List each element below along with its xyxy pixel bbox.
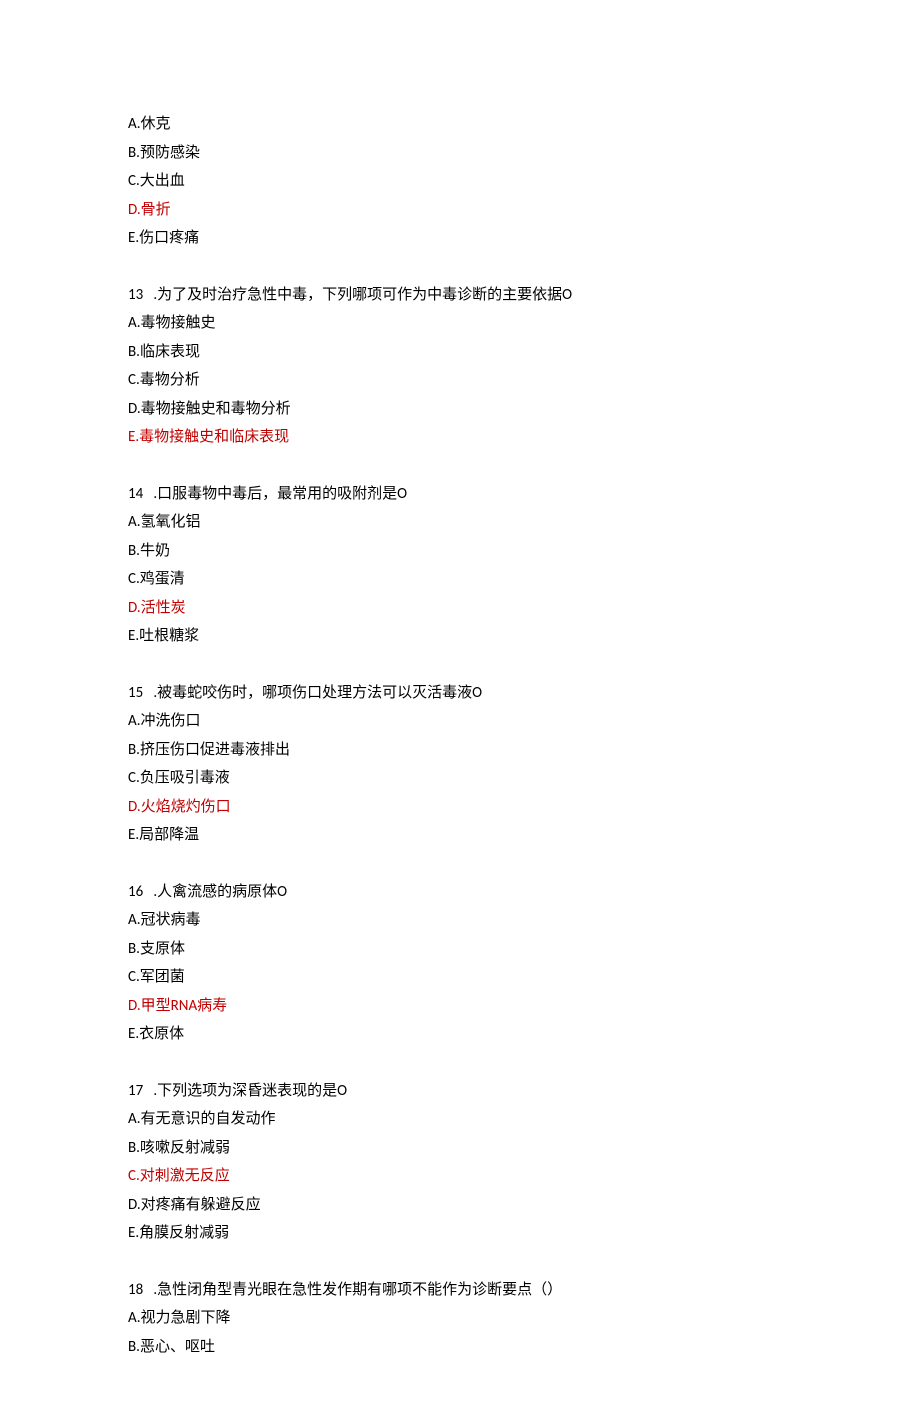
option-b: B.临床表现 [128,338,792,367]
document-page: A.休克 B.预防感染 C.大出血 D.骨折 E.伤口疼痛 13 .为了及时治疗… [0,0,920,1421]
question-18: 18 .急性闭角型青光眼在急性发作期有哪项不能作为诊断要点（） A.视力急剧下降… [128,1276,792,1362]
option-d: D.甲型RNA病寿 [128,992,792,1021]
question-stem: 14 .口服毒物中毒后，最常用的吸附剂是O [128,480,792,509]
option-c: C.鸡蛋清 [128,565,792,594]
question-16: 16 .人禽流感的病原体O A.冠状病毒 B.支原体 C.军团菌 D.甲型RNA… [128,878,792,1049]
option-a: A.视力急剧下降 [128,1304,792,1333]
option-d: D.毒物接触史和毒物分析 [128,395,792,424]
spacer [128,850,792,878]
option-a: A.氢氧化铝 [128,508,792,537]
option-b: B.挤压伤口促进毒液排出 [128,736,792,765]
option-a: A.休克 [128,110,792,139]
spacer [128,1248,792,1276]
question-14: 14 .口服毒物中毒后，最常用的吸附剂是O A.氢氧化铝 B.牛奶 C.鸡蛋清 … [128,480,792,651]
spacer [128,253,792,281]
question-13: 13 .为了及时治疗急性中毒，下列哪项可作为中毒诊断的主要依据O A.毒物接触史… [128,281,792,452]
question-stem: 17 .下列选项为深昏迷表现的是O [128,1077,792,1106]
question-options-block: A.休克 B.预防感染 C.大出血 D.骨折 E.伤口疼痛 [128,110,792,253]
option-d: D.对疼痛有躲避反应 [128,1191,792,1220]
question-17: 17 .下列选项为深昏迷表现的是O A.有无意识的自发动作 B.咳嗽反射减弱 C… [128,1077,792,1248]
question-stem: 15 .被毒蛇咬伤时，哪项伤口处理方法可以灭活毒液O [128,679,792,708]
option-b: B.牛奶 [128,537,792,566]
option-e: E.衣原体 [128,1020,792,1049]
option-a: A.毒物接触史 [128,309,792,338]
option-e: E.局部降温 [128,821,792,850]
option-b: B.恶心、呕吐 [128,1333,792,1362]
option-e: E.吐根糖浆 [128,622,792,651]
spacer [128,452,792,480]
option-e: E.角膜反射减弱 [128,1219,792,1248]
option-d: D.骨折 [128,196,792,225]
spacer [128,651,792,679]
option-c: C.大出血 [128,167,792,196]
question-stem: 16 .人禽流感的病原体O [128,878,792,907]
option-b: B.预防感染 [128,139,792,168]
option-e: E.毒物接触史和临床表现 [128,423,792,452]
question-stem: 18 .急性闭角型青光眼在急性发作期有哪项不能作为诊断要点（） [128,1276,792,1305]
option-a: A.冲洗伤口 [128,707,792,736]
option-c: C.对刺激无反应 [128,1162,792,1191]
option-c: C.负压吸引毒液 [128,764,792,793]
option-d: D.活性炭 [128,594,792,623]
option-b: B.咳嗽反射减弱 [128,1134,792,1163]
option-c: C.军团菌 [128,963,792,992]
option-b: B.支原体 [128,935,792,964]
option-c: C.毒物分析 [128,366,792,395]
option-a: A.冠状病毒 [128,906,792,935]
question-15: 15 .被毒蛇咬伤时，哪项伤口处理方法可以灭活毒液O A.冲洗伤口 B.挤压伤口… [128,679,792,850]
option-d: D.火焰烧灼伤口 [128,793,792,822]
question-stem: 13 .为了及时治疗急性中毒，下列哪项可作为中毒诊断的主要依据O [128,281,792,310]
spacer [128,1049,792,1077]
option-a: A.有无意识的自发动作 [128,1105,792,1134]
option-e: E.伤口疼痛 [128,224,792,253]
